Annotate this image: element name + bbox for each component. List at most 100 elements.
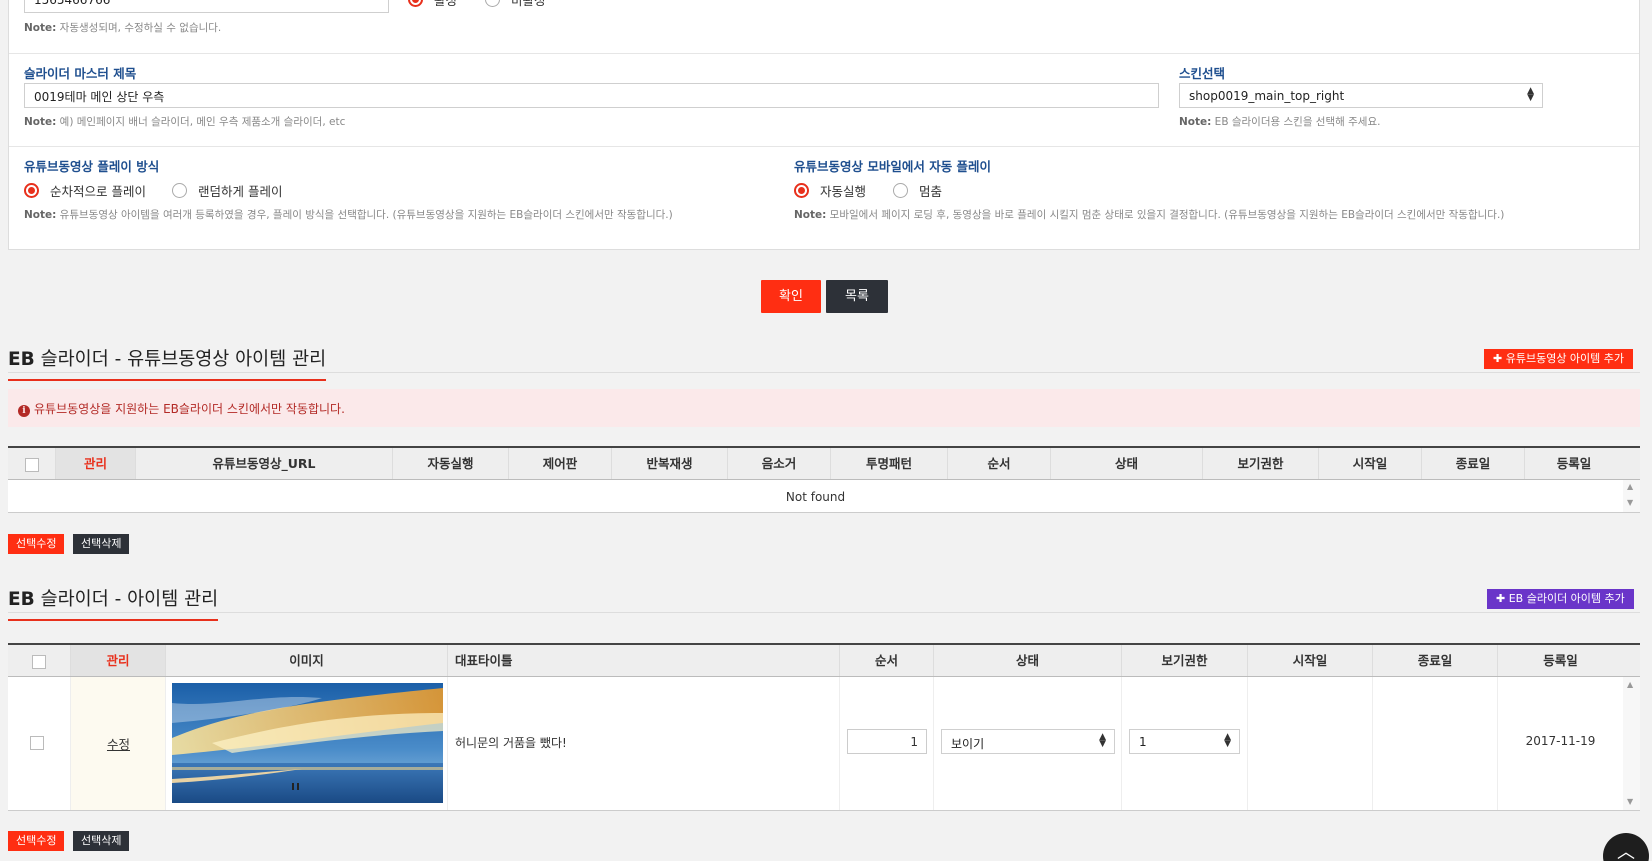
- item-header-checkbox-cell: [8, 645, 71, 676]
- skin-note: Note: EB 슬라이더용 스킨을 선택해 주세요.: [1179, 116, 1381, 128]
- row-permission-value: 1: [1139, 735, 1147, 749]
- radio-mobile-stop[interactable]: 멈춤: [893, 181, 942, 200]
- row-registered-date: 2017-11-19: [1525, 734, 1596, 748]
- row-checkbox-cell: [8, 677, 71, 810]
- row-order-input[interactable]: 1: [847, 729, 927, 754]
- yt-section-title: EB 슬라이더 - 유튜브동영상 아이템 관리: [8, 345, 327, 381]
- yt-play-note: Note: 유튜브동영상 아이템을 여러개 등록하였을 경우, 플레이 방식을 …: [24, 209, 673, 221]
- row-status-cell: 보이기 ▲ ▼: [934, 677, 1122, 810]
- row-permission-cell: 1 ▲ ▼: [1122, 677, 1248, 810]
- yt-col-autoplay: 자동실행: [393, 448, 509, 479]
- yt-col-manage: 관리: [56, 448, 136, 479]
- yt-col-status: 상태: [1051, 448, 1203, 479]
- list-button[interactable]: 목록: [826, 280, 888, 313]
- row-registered-cell: 2017-11-19: [1498, 677, 1623, 810]
- radio-sequential-label: 순차적으로 플레이: [50, 184, 146, 199]
- row-title-cell: 허니문의 거품을 뺐다!: [448, 677, 840, 810]
- yt-col-order: 순서: [948, 448, 1051, 479]
- yt-select-all-checkbox[interactable]: [24, 457, 39, 472]
- yt-edit-selected-button[interactable]: 선택수정: [8, 534, 65, 554]
- radio-play-random[interactable]: 랜덤하게 플레이: [172, 181, 282, 200]
- radio-stop-label: 멈춤: [919, 184, 943, 199]
- scroll-down-icon[interactable]: ▼: [1627, 498, 1633, 507]
- radio-inactive-dot[interactable]: [485, 0, 500, 7]
- radio-active-dot[interactable]: [408, 0, 423, 7]
- radio-stop-dot[interactable]: [893, 183, 908, 198]
- yt-mobile-note: Note: 모바일에서 페이지 로딩 후, 동영상을 바로 플레이 시킬지 멈춘…: [794, 209, 1505, 221]
- yt-table-scrollbar[interactable]: ▲ ▼: [1623, 480, 1640, 512]
- item-delete-selected-button[interactable]: 선택삭제: [73, 831, 130, 851]
- row-manage-cell: 수정: [71, 677, 166, 810]
- row-checkbox[interactable]: [30, 736, 44, 750]
- skin-select[interactable]: shop0019_main_top_right ▲ ▼: [1179, 83, 1543, 108]
- item-col-manage: 관리: [71, 645, 166, 676]
- radio-random-dot[interactable]: [172, 183, 187, 198]
- yt-mobile-label: 유튜브동영상 모바일에서 자동 플레이: [794, 159, 992, 174]
- select-arrows-icon: ▲ ▼: [1099, 732, 1106, 749]
- item-col-start: 시작일: [1248, 645, 1373, 676]
- yt-play-label: 유튜브동영상 플레이 방식: [24, 159, 160, 174]
- master-title-note: Note: 예) 메인페이지 배너 슬라이더, 메인 우측 제품소개 슬라이더,…: [24, 116, 346, 128]
- slider-code-input[interactable]: 1565466766: [24, 0, 389, 13]
- slider-items-table: 관리 이미지 대표타이틀 순서 상태 보기권한 시작일 종료일 등록일 수정 허…: [8, 643, 1640, 811]
- scroll-to-top-button[interactable]: ︿: [1603, 833, 1649, 861]
- scroll-up-icon[interactable]: ▲: [1627, 482, 1633, 491]
- yt-col-mute: 음소거: [728, 448, 831, 479]
- yt-delete-selected-button[interactable]: 선택삭제: [73, 534, 130, 554]
- row-edit-link[interactable]: 수정: [71, 734, 166, 753]
- row-end-cell: [1373, 677, 1498, 810]
- item-table-header: 관리 이미지 대표타이틀 순서 상태 보기권한 시작일 종료일 등록일: [8, 645, 1640, 677]
- slider-master-form: 1565466766 Note: 자동생성되며, 수정하실 수 없습니다. 활성…: [8, 0, 1640, 250]
- yt-col-loop: 반복재생: [612, 448, 728, 479]
- item-col-order: 순서: [840, 645, 934, 676]
- radio-active[interactable]: 활성: [408, 0, 457, 9]
- item-col-end: 종료일: [1373, 645, 1498, 676]
- item-section-divider: [8, 612, 1640, 613]
- radio-sequential-dot[interactable]: [24, 183, 39, 198]
- add-youtube-item-button[interactable]: ✚ 유튜브동영상 아이템 추가: [1484, 349, 1634, 369]
- radio-autoplay-label: 자동실행: [820, 184, 867, 199]
- radio-play-sequential[interactable]: 순차적으로 플레이: [24, 181, 146, 200]
- scroll-down-icon[interactable]: ▼: [1627, 797, 1633, 806]
- table-row: 수정 허니문의 거품을 뺐다! 1 보이기 ▲ ▼ 1 ▲ ▼ 2017-11-…: [8, 677, 1623, 810]
- row-start-cell: [1248, 677, 1373, 810]
- yt-empty-message: Not found: [785, 490, 846, 504]
- item-edit-selected-button[interactable]: 선택수정: [8, 831, 65, 851]
- yt-warning-text: 유튜브동영상을 지원하는 EB슬라이더 스킨에서만 작동합니다.: [34, 402, 345, 416]
- row-order-cell: 1: [840, 677, 934, 810]
- form-row-youtube: 유튜브동영상 플레이 방식 순차적으로 플레이 랜덤하게 플레이 Note: 유…: [9, 147, 1639, 251]
- row-permission-select[interactable]: 1 ▲ ▼: [1129, 729, 1240, 754]
- item-table-scrollbar[interactable]: ▲ ▼: [1623, 677, 1640, 810]
- item-select-all-checkbox[interactable]: [32, 654, 46, 669]
- radio-inactive[interactable]: 비활성: [485, 0, 546, 9]
- add-slider-item-button[interactable]: ✚ EB 슬라이더 아이템 추가: [1487, 589, 1634, 609]
- yt-col-start: 시작일: [1319, 448, 1422, 479]
- radio-active-label: 활성: [434, 0, 458, 8]
- yt-warning-alert: i 유튜브동영상을 지원하는 EB슬라이더 스킨에서만 작동합니다.: [8, 389, 1640, 427]
- slider-code-note: Note: 자동생성되며, 수정하실 수 없습니다.: [24, 22, 222, 34]
- scroll-up-icon[interactable]: ▲: [1627, 680, 1633, 689]
- item-section-title: EB 슬라이더 - 아이템 관리: [8, 585, 219, 621]
- master-title-input[interactable]: 0019테마 메인 상단 우측: [24, 83, 1159, 108]
- chevron-up-icon: ︿: [1617, 842, 1635, 861]
- row-title-text: 허니문의 거품을 뺐다!: [455, 736, 567, 750]
- info-icon: i: [18, 405, 30, 417]
- yt-table-header: 관리 유튜브동영상_URL 자동실행 제어판 반복재생 음소거 투명패턴 순서 …: [8, 448, 1640, 480]
- yt-items-table: 관리 유튜브동영상_URL 자동실행 제어판 반복재생 음소거 투명패턴 순서 …: [8, 446, 1640, 513]
- yt-header-checkbox-cell: [8, 448, 56, 479]
- row-image-cell: [166, 677, 448, 810]
- radio-mobile-autoplay[interactable]: 자동실행: [794, 181, 866, 200]
- item-col-title: 대표타이틀: [448, 645, 840, 676]
- form-row-top: 1565466766 Note: 자동생성되며, 수정하실 수 없습니다. 활성…: [9, 0, 1639, 54]
- yt-col-end: 종료일: [1422, 448, 1525, 479]
- radio-autoplay-dot[interactable]: [794, 183, 809, 198]
- item-col-image: 이미지: [166, 645, 448, 676]
- item-col-registered: 등록일: [1543, 653, 1578, 668]
- row-status-select[interactable]: 보이기 ▲ ▼: [941, 729, 1115, 754]
- yt-col-controls: 제어판: [509, 448, 612, 479]
- confirm-button[interactable]: 확인: [761, 280, 821, 313]
- yt-col-pattern: 투명패턴: [831, 448, 948, 479]
- slider-thumbnail-image: [172, 683, 443, 803]
- yt-col-permission: 보기권한: [1203, 448, 1319, 479]
- yt-col-url: 유튜브동영상_URL: [136, 448, 393, 479]
